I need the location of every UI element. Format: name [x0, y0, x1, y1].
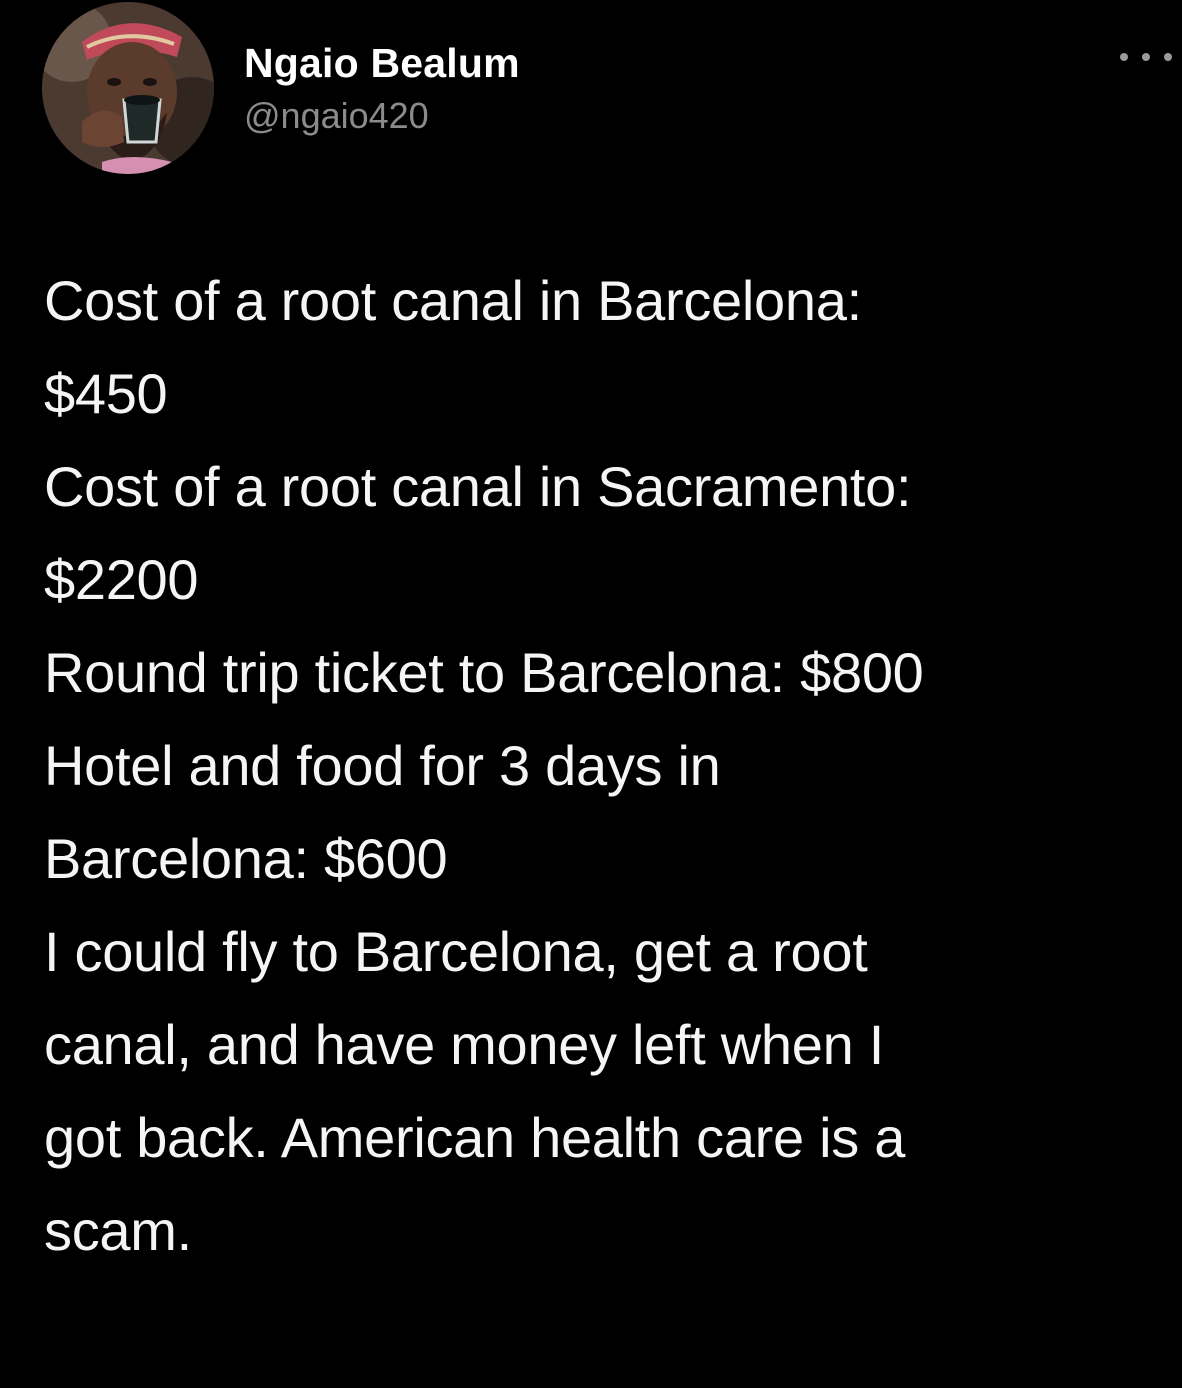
more-options-icon-dot	[1142, 53, 1150, 61]
tweet-header: Ngaio Bealum @ngaio420	[42, 2, 1172, 182]
more-options-icon-dot	[1164, 53, 1172, 61]
avatar[interactable]	[42, 2, 214, 174]
tweet-line: scam.	[44, 1199, 192, 1262]
tweet-line: Barcelona: $600	[44, 827, 448, 890]
tweet-line: canal, and have money left when I	[44, 1013, 884, 1076]
tweet-line: Cost of a root canal in Sacramento:	[44, 455, 912, 518]
tweet-line: $450	[44, 362, 168, 425]
author-display-name[interactable]: Ngaio Bealum	[244, 38, 520, 88]
tweet-line: I could fly to Barcelona, get a root	[44, 920, 868, 983]
tweet-card: Ngaio Bealum @ngaio420 Cost of a root ca…	[0, 0, 1182, 1388]
tweet-line: Round trip ticket to Barcelona: $800	[44, 641, 924, 704]
tweet-line: got back. American health care is a	[44, 1106, 906, 1169]
tweet-line: Hotel and food for 3 days in	[44, 734, 721, 797]
tweet-line: $2200	[44, 548, 199, 611]
tweet-text: Cost of a root canal in Barcelona: $450 …	[44, 254, 1174, 1277]
more-options-button[interactable]	[1120, 42, 1172, 72]
tweet-line: Cost of a root canal in Barcelona:	[44, 269, 862, 332]
author-names: Ngaio Bealum @ngaio420	[244, 38, 520, 140]
author-handle[interactable]: @ngaio420	[244, 92, 520, 140]
profile-photo-icon	[42, 2, 214, 174]
more-options-icon-dot	[1120, 53, 1128, 61]
